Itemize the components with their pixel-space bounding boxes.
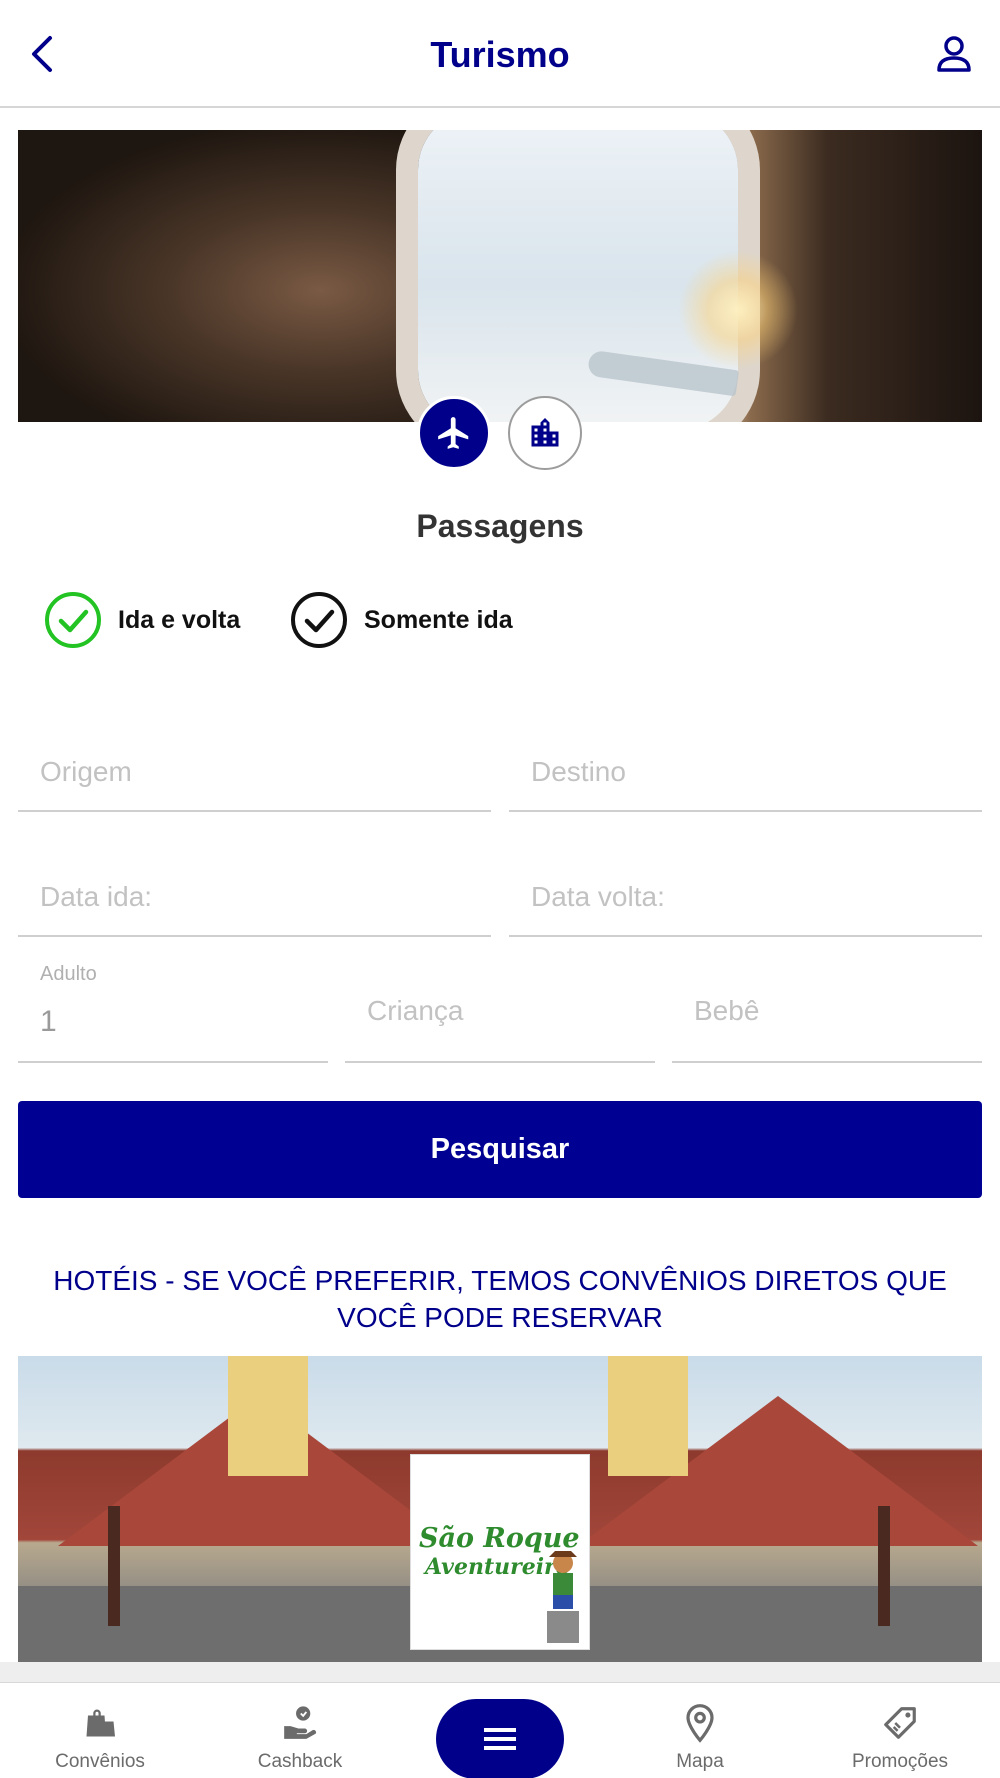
trip-type-one-way[interactable]: Somente ida: [290, 590, 513, 650]
map-pin-icon: [680, 1703, 720, 1743]
hand-coin-icon: [280, 1703, 320, 1743]
mascot-icon: [547, 1551, 579, 1643]
origin-placeholder: Origem: [40, 756, 132, 787]
tag-icon: [880, 1703, 920, 1743]
nav-mapa-label: Mapa: [676, 1751, 724, 1772]
nav-convenios[interactable]: Convênios: [20, 1683, 180, 1778]
airplane-icon: [438, 417, 469, 449]
destination-input[interactable]: Destino: [509, 720, 982, 812]
bottom-navigation: Convênios Cashback Mapa Promoções: [0, 1682, 1000, 1778]
infants-input[interactable]: Bebê: [672, 955, 982, 1063]
trip-type-round-trip-label: Ida e volta: [118, 605, 241, 634]
return-date-placeholder: Data volta:: [531, 881, 665, 912]
nav-promocoes[interactable]: Promoções: [820, 1683, 980, 1778]
nav-menu-button[interactable]: [436, 1699, 564, 1778]
page-title: Turismo: [430, 34, 570, 75]
content-divider: [0, 1662, 1000, 1682]
building-icon: [531, 418, 559, 447]
origin-input[interactable]: Origem: [18, 720, 491, 812]
profile-button[interactable]: [932, 32, 976, 76]
nav-convenios-label: Convênios: [55, 1751, 145, 1772]
banner-post: [878, 1506, 890, 1626]
check-circle-icon: [44, 591, 102, 649]
nav-mapa[interactable]: Mapa: [620, 1683, 780, 1778]
hero-sunlight: [678, 250, 798, 370]
banner-gable-right: [608, 1356, 688, 1476]
hero-person-silhouette: [18, 130, 438, 422]
children-placeholder: Criança: [367, 995, 464, 1026]
hero-image: [18, 130, 982, 422]
hotel-mode-button[interactable]: [508, 396, 582, 470]
tourism-screen: Turismo Passagens Ida e volta Somente id…: [0, 0, 1000, 1778]
app-header: Turismo: [0, 0, 1000, 108]
nav-cashback[interactable]: Cashback: [220, 1683, 380, 1778]
trip-type-one-way-label: Somente ida: [364, 605, 513, 634]
banner-post: [108, 1506, 120, 1626]
menu-icon: [484, 1728, 516, 1750]
shopping-bag-icon: [80, 1703, 120, 1743]
sao-roque-logo: São Roque Aventureiro: [410, 1454, 590, 1650]
destination-placeholder: Destino: [531, 756, 626, 787]
hotels-promo-text: HOTÉIS - SE VOCÊ PREFERIR, TEMOS CONVÊNI…: [53, 1265, 947, 1333]
departure-date-input[interactable]: Data ida:: [18, 845, 491, 937]
departure-date-placeholder: Data ida:: [40, 881, 153, 912]
adults-value: 1: [40, 1005, 57, 1038]
search-button[interactable]: Pesquisar: [18, 1101, 982, 1198]
hotel-promo-banner[interactable]: São Roque Aventureiro: [18, 1356, 982, 1662]
adults-label: Adulto: [40, 963, 97, 985]
section-title: Passagens: [416, 508, 584, 544]
flight-mode-button[interactable]: [417, 396, 491, 470]
children-input[interactable]: Criança: [345, 955, 655, 1063]
check-circle-icon: [290, 591, 348, 649]
banner-gable-left: [228, 1356, 308, 1476]
trip-type-round-trip[interactable]: Ida e volta: [44, 590, 240, 650]
nav-cashback-label: Cashback: [257, 1751, 343, 1772]
return-date-input[interactable]: Data volta:: [509, 845, 982, 937]
adults-input[interactable]: Adulto 1: [18, 955, 328, 1063]
user-icon: [937, 36, 971, 72]
nav-promocoes-label: Promoções: [851, 1751, 949, 1772]
infants-placeholder: Bebê: [694, 995, 760, 1026]
